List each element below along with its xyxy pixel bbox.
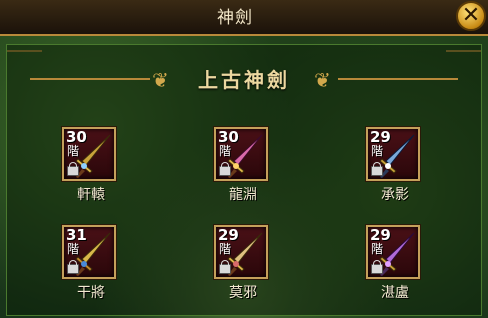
sword-rank-label: 階 — [371, 242, 384, 256]
sword-rank-label: 階 — [219, 242, 232, 256]
title-ornament-line-right — [338, 78, 458, 80]
lock-icon — [219, 162, 231, 176]
sword-rank-label: 階 — [219, 144, 232, 158]
sword-rank-label: 階 — [371, 144, 384, 158]
sword-rank-label: 階 — [67, 144, 80, 158]
sword-level: 30 — [66, 128, 87, 146]
sword-card-ganjiang[interactable]: 31 階 — [62, 225, 116, 279]
lock-icon — [371, 260, 383, 274]
sword-level: 31 — [66, 226, 87, 244]
window-title: 神劍 — [217, 8, 253, 28]
sword-name: 湛盧 — [381, 285, 409, 301]
lock-icon — [219, 260, 231, 274]
close-icon[interactable]: ✕ — [462, 3, 480, 28]
sword-name: 莫邪 — [229, 285, 257, 301]
window-title-bar: 神劍 — [0, 0, 488, 36]
sword-card-moye[interactable]: 29 階 — [214, 225, 268, 279]
sword-card-chengying[interactable]: 29 階 — [366, 127, 420, 181]
sword-rank-label: 階 — [67, 242, 80, 256]
swirl-ornament-right-icon: ❦ — [314, 68, 331, 92]
sword-card-xuanyuan[interactable]: 30 階 — [62, 127, 116, 181]
lock-icon — [67, 162, 79, 176]
sword-level: 29 — [370, 128, 391, 146]
sword-name: 承影 — [381, 187, 409, 203]
sword-name: 干將 — [77, 285, 105, 301]
sword-name: 龍淵 — [229, 187, 257, 203]
sword-level: 29 — [218, 226, 239, 244]
sword-level: 29 — [370, 226, 391, 244]
sword-level: 30 — [218, 128, 239, 146]
sword-card-zhanlu[interactable]: 29 階 — [366, 225, 420, 279]
lock-icon — [67, 260, 79, 274]
sword-card-longyuan[interactable]: 30 階 — [214, 127, 268, 181]
sword-name: 軒轅 — [77, 187, 105, 203]
lock-icon — [371, 162, 383, 176]
close-button[interactable]: ✕ — [456, 1, 486, 31]
